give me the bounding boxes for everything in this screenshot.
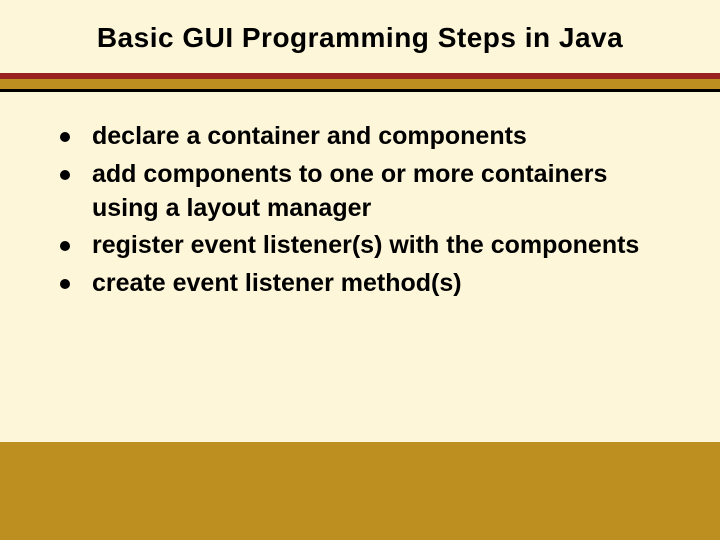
title-area: Basic GUI Programming Steps in Java xyxy=(0,0,720,73)
bullet-list: declare a container and components add c… xyxy=(60,120,670,301)
list-item: add components to one or more containers… xyxy=(60,158,670,226)
bullet-text: register event listener(s) with the comp… xyxy=(92,229,639,263)
divider-group xyxy=(0,73,720,92)
bullet-icon xyxy=(60,132,70,142)
bullet-icon xyxy=(60,279,70,289)
list-item: create event listener method(s) xyxy=(60,267,670,301)
footer-bar xyxy=(0,510,720,540)
slide-title: Basic GUI Programming Steps in Java xyxy=(40,20,680,55)
bullet-text: add components to one or more containers… xyxy=(92,158,670,226)
bullet-icon xyxy=(60,170,70,180)
bullet-text: declare a container and components xyxy=(92,120,527,154)
divider-gap xyxy=(0,79,720,89)
slide: Basic GUI Programming Steps in Java decl… xyxy=(0,0,720,540)
content-area: declare a container and components add c… xyxy=(0,92,720,442)
bullet-icon xyxy=(60,241,70,251)
list-item: register event listener(s) with the comp… xyxy=(60,229,670,263)
list-item: declare a container and components xyxy=(60,120,670,154)
bullet-text: create event listener method(s) xyxy=(92,267,462,301)
